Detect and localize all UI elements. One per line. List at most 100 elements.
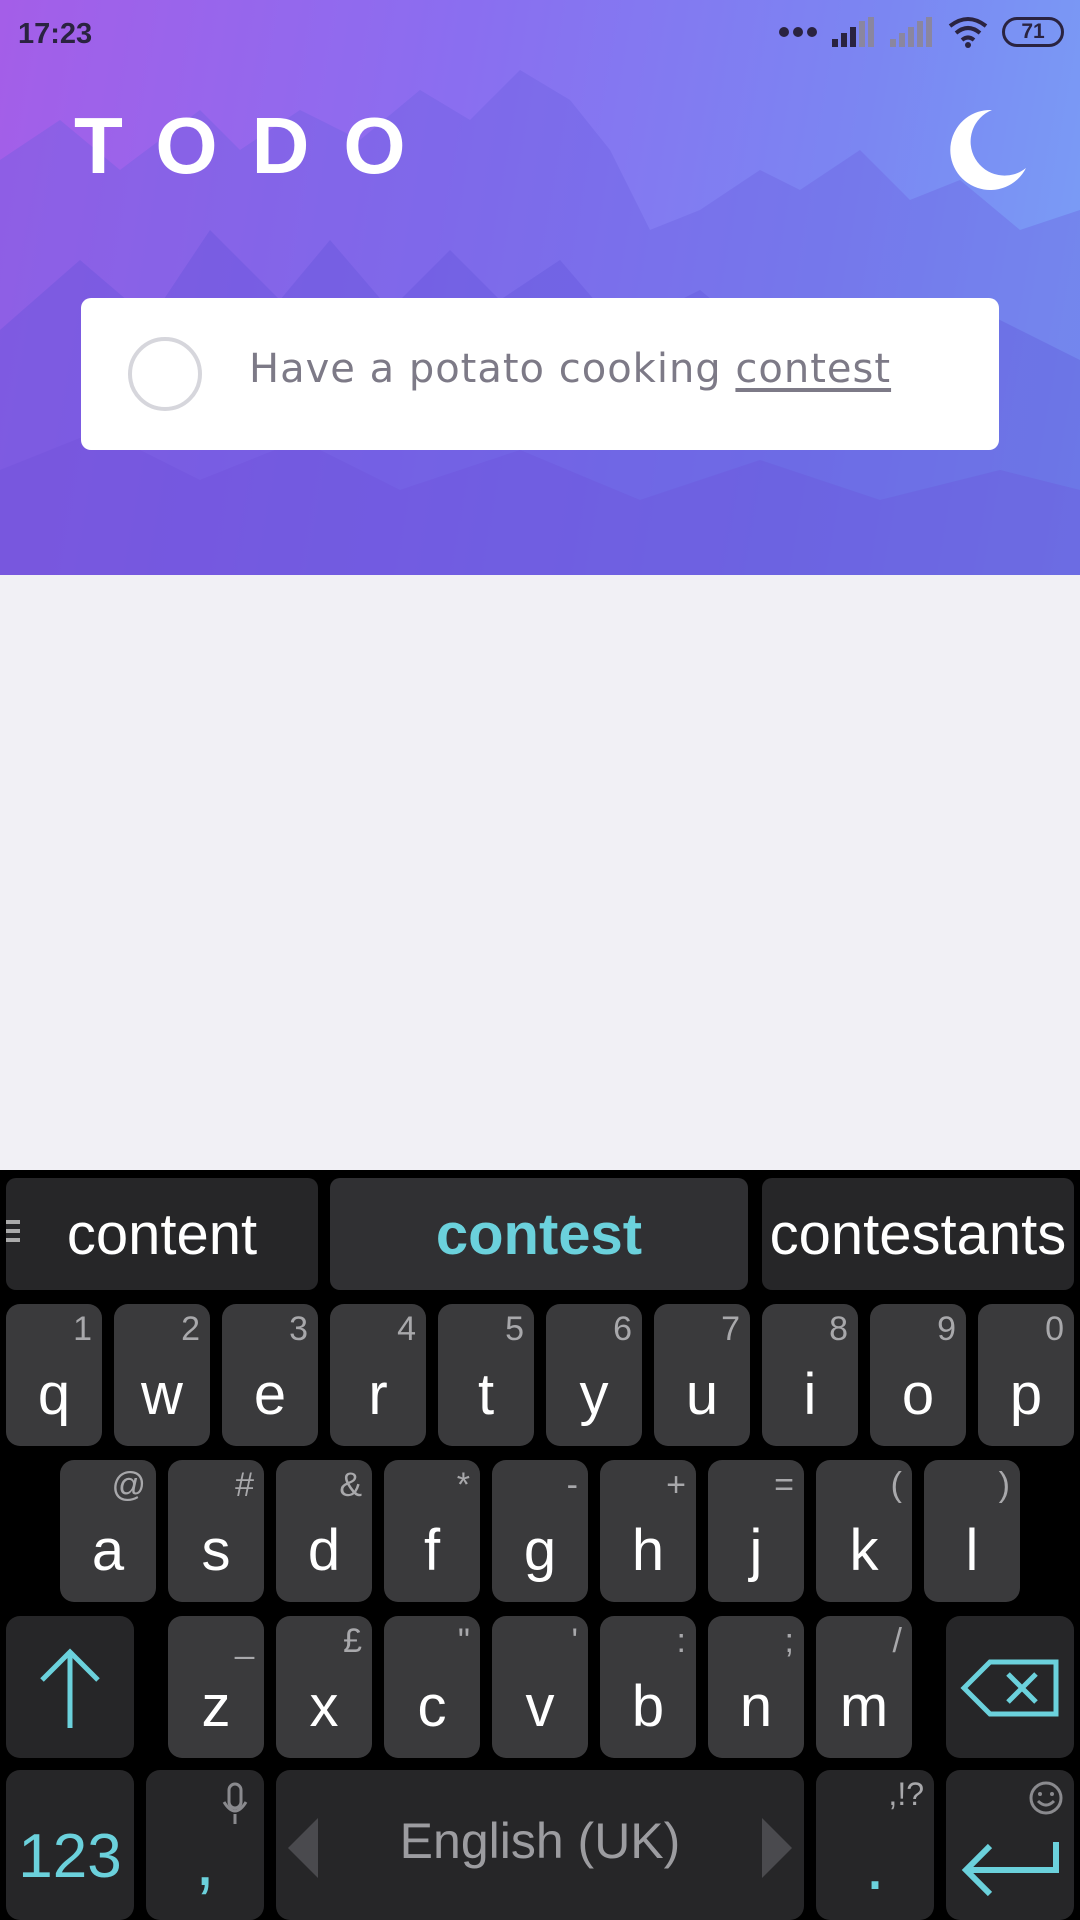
suggestion-right[interactable]: contestants bbox=[762, 1178, 1074, 1290]
period-key-alt: ,!? bbox=[888, 1776, 924, 1812]
key-d[interactable]: & d bbox=[276, 1460, 372, 1602]
signal-icon bbox=[832, 17, 874, 47]
key-l[interactable]: ) l bbox=[924, 1460, 1020, 1602]
key-v[interactable]: ' v bbox=[492, 1616, 588, 1758]
space-key[interactable]: English (UK) bbox=[276, 1770, 804, 1920]
numbers-key[interactable]: 123 bbox=[6, 1770, 134, 1920]
period-key[interactable]: ,!? . bbox=[816, 1770, 934, 1920]
shift-arrow-icon bbox=[40, 1648, 100, 1728]
key-j[interactable]: = j bbox=[708, 1460, 804, 1602]
todo-check-circle[interactable] bbox=[128, 337, 202, 411]
key-l-alt: ) bbox=[998, 1466, 1010, 1504]
suggestion-center[interactable]: contest bbox=[330, 1178, 748, 1290]
key-r-label: r bbox=[368, 1362, 388, 1427]
todo-input-composing-word: contest bbox=[735, 346, 892, 392]
key-f-label: f bbox=[423, 1518, 441, 1583]
status-bar: 17:23 71 bbox=[0, 0, 1080, 72]
key-s[interactable]: # s bbox=[168, 1460, 264, 1602]
key-a[interactable]: @ a bbox=[60, 1460, 156, 1602]
todo-input-text: Have a potato cooking bbox=[249, 346, 736, 392]
key-w[interactable]: 2w bbox=[114, 1304, 210, 1446]
key-x[interactable]: £ x bbox=[276, 1616, 372, 1758]
key-k-alt: ( bbox=[890, 1466, 902, 1504]
key-b-alt: : bbox=[676, 1622, 686, 1660]
comma-key-label: , bbox=[194, 1821, 215, 1901]
key-y[interactable]: 6y bbox=[546, 1304, 642, 1446]
key-o-label: o bbox=[901, 1362, 935, 1427]
key-y-alt: 6 bbox=[613, 1310, 632, 1348]
key-p-label: p bbox=[1009, 1362, 1043, 1427]
backspace-icon bbox=[960, 1659, 1059, 1717]
key-h[interactable]: + h bbox=[600, 1460, 696, 1602]
key-w-alt: 2 bbox=[181, 1310, 200, 1348]
status-time: 17:23 bbox=[18, 18, 93, 50]
key-v-alt: ' bbox=[571, 1622, 579, 1660]
key-i[interactable]: 8i bbox=[762, 1304, 858, 1446]
key-f[interactable]: * f bbox=[384, 1460, 480, 1602]
key-u[interactable]: 7u bbox=[654, 1304, 750, 1446]
comma-key[interactable]: , bbox=[146, 1770, 264, 1920]
key-g-alt: - bbox=[566, 1466, 578, 1504]
key-d-alt: & bbox=[339, 1466, 362, 1504]
key-u-alt: 7 bbox=[721, 1310, 740, 1348]
key-m-alt: / bbox=[892, 1622, 902, 1660]
suggestion-center-label: contest bbox=[435, 1201, 643, 1267]
battery-indicator: 71 bbox=[1002, 17, 1064, 47]
suggestion-left-label: content bbox=[66, 1201, 258, 1267]
key-x-alt: £ bbox=[343, 1622, 362, 1660]
header-background: 17:23 71 TODO Have a potato cooking cont… bbox=[0, 0, 1080, 575]
enter-arrow-icon bbox=[961, 1842, 1059, 1897]
emoji-icon bbox=[1029, 1781, 1063, 1815]
menu-grip-icon bbox=[6, 1220, 20, 1246]
key-w-label: w bbox=[141, 1362, 183, 1427]
suggestion-left[interactable]: content bbox=[6, 1178, 318, 1290]
notification-dots-icon bbox=[779, 27, 817, 37]
key-t-label: t bbox=[477, 1362, 495, 1427]
key-i-label: i bbox=[803, 1362, 817, 1427]
key-p-alt: 0 bbox=[1045, 1310, 1064, 1348]
key-k[interactable]: (k bbox=[816, 1460, 912, 1602]
key-m[interactable]: / m bbox=[816, 1616, 912, 1758]
key-p[interactable]: 0p bbox=[978, 1304, 1074, 1446]
key-j-alt: = bbox=[774, 1466, 794, 1504]
key-q[interactable]: 1q bbox=[6, 1304, 102, 1446]
key-m-label: m bbox=[839, 1674, 889, 1739]
key-t[interactable]: 5t bbox=[438, 1304, 534, 1446]
key-f-alt: * bbox=[456, 1466, 470, 1504]
key-u-label: u bbox=[685, 1362, 719, 1427]
key-c-label: c bbox=[417, 1674, 447, 1739]
status-icons: 71 bbox=[778, 16, 1064, 48]
mountain-background bbox=[0, 70, 1080, 575]
key-s-alt: # bbox=[235, 1466, 254, 1504]
language-next-arrow-icon bbox=[762, 1818, 792, 1878]
key-r-alt: 4 bbox=[397, 1310, 416, 1348]
key-h-alt: + bbox=[666, 1466, 686, 1504]
wifi-icon bbox=[948, 17, 988, 48]
key-d-label: d bbox=[307, 1518, 341, 1583]
suggestion-right-label: contestants bbox=[769, 1201, 1067, 1267]
key-o[interactable]: 9o bbox=[870, 1304, 966, 1446]
key-e[interactable]: 3e bbox=[222, 1304, 318, 1446]
key-h-label: h bbox=[631, 1518, 665, 1583]
key-c[interactable]: " c bbox=[384, 1616, 480, 1758]
key-o-alt: 9 bbox=[937, 1310, 956, 1348]
key-j-label: j bbox=[749, 1518, 763, 1583]
key-b[interactable]: :b bbox=[600, 1616, 696, 1758]
key-c-alt: " bbox=[457, 1622, 470, 1660]
key-n-alt: ; bbox=[784, 1622, 794, 1660]
shift-key[interactable] bbox=[6, 1616, 134, 1758]
key-l-label: l bbox=[965, 1518, 979, 1583]
key-a-alt: @ bbox=[111, 1466, 146, 1504]
moon-icon[interactable] bbox=[940, 104, 1030, 194]
key-z[interactable]: _ z bbox=[168, 1616, 264, 1758]
key-g[interactable]: -g bbox=[492, 1460, 588, 1602]
enter-key[interactable] bbox=[946, 1770, 1074, 1920]
backspace-key[interactable] bbox=[946, 1616, 1074, 1758]
period-key-label: . bbox=[864, 1825, 885, 1905]
key-r[interactable]: 4r bbox=[330, 1304, 426, 1446]
new-todo-input[interactable]: Have a potato cooking contest bbox=[249, 346, 979, 406]
numbers-key-label: 123 bbox=[18, 1822, 122, 1891]
key-q-alt: 1 bbox=[73, 1310, 92, 1348]
key-n[interactable]: ; n bbox=[708, 1616, 804, 1758]
key-g-label: g bbox=[523, 1518, 557, 1583]
